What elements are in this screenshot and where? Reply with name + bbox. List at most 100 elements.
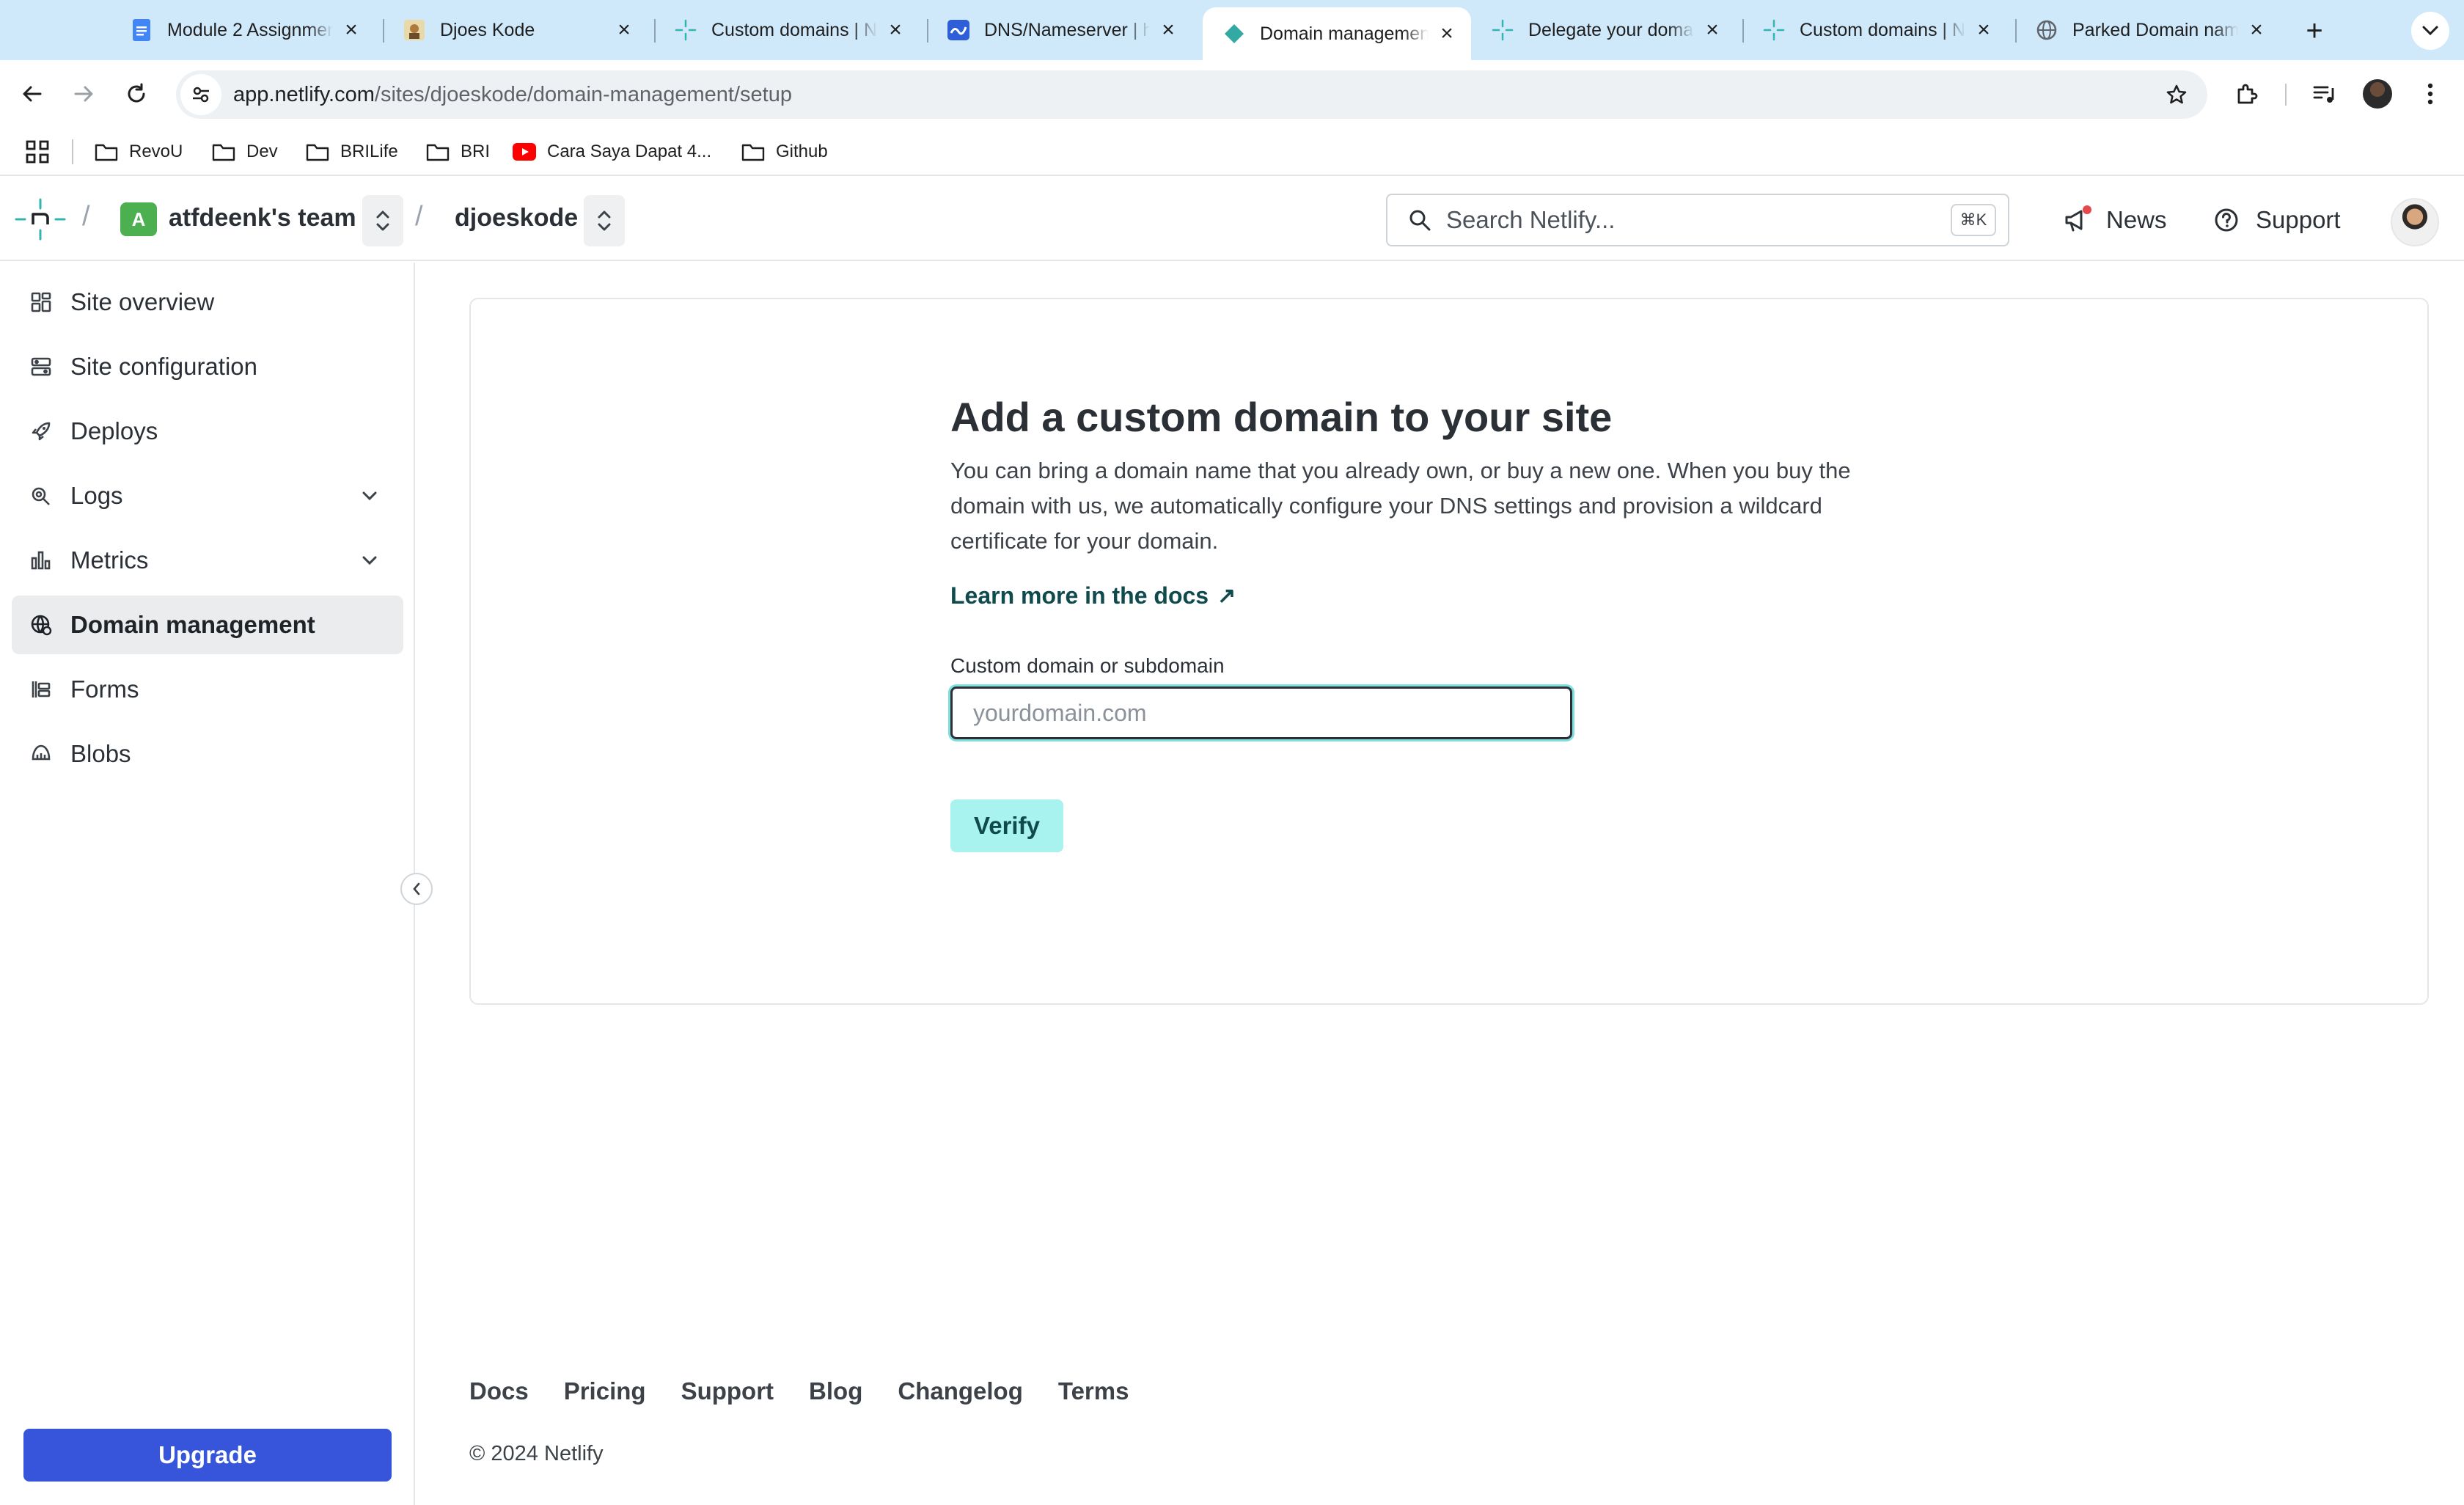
news-button[interactable]: News (2061, 201, 2167, 239)
forward-button[interactable] (63, 73, 104, 114)
tab-close-icon[interactable]: × (1157, 18, 1179, 42)
support-button[interactable]: Support (2210, 201, 2341, 239)
browser-tab[interactable]: Module 2 Assignment × (110, 9, 375, 51)
sidebar-item-label: Forms (70, 675, 139, 703)
tab-close-icon[interactable]: × (1701, 18, 1723, 42)
arrow-right-icon (74, 86, 93, 102)
profile-avatar-button[interactable] (2357, 73, 2398, 114)
avatar (2363, 79, 2392, 109)
site-info-icon[interactable] (180, 74, 221, 115)
sidebar: Site overview Site configuration Deploys… (0, 263, 415, 1505)
sidebar-item-deploys[interactable]: Deploys (12, 402, 403, 461)
sidebar-item-forms[interactable]: Forms (12, 660, 403, 719)
sidebar-item-label: Deploys (70, 417, 158, 444)
footer-link-blog[interactable]: Blog (809, 1377, 862, 1405)
bookmark-item[interactable]: Github (741, 136, 828, 167)
bookmark-item[interactable]: Cara Saya Dapat 4... (512, 136, 711, 167)
new-tab-button[interactable]: + (2298, 15, 2331, 47)
browser-tab[interactable]: Delegate your domain × (1471, 9, 1737, 51)
sidebar-item-label: Site configuration (70, 353, 257, 380)
bookmark-label: Github (776, 142, 828, 161)
bookmark-star-icon[interactable] (2156, 74, 2197, 115)
team-name[interactable]: atfdeenk's team (169, 204, 356, 232)
dns-icon (947, 19, 969, 41)
footer-link-support[interactable]: Support (681, 1377, 774, 1405)
help-circle-icon (2210, 204, 2243, 236)
form-icon (28, 676, 54, 703)
puzzle-icon (2237, 84, 2258, 104)
netlify-diamond-icon (1223, 23, 1245, 45)
browser-tab-active[interactable]: Domain management × (1203, 7, 1471, 60)
rocket-icon (28, 418, 54, 444)
footer-links: Docs Pricing Support Blog Changelog Term… (469, 1377, 1164, 1405)
tab-title: Module 2 Assignment (167, 19, 333, 40)
tab-close-icon[interactable]: × (884, 18, 906, 42)
extensions-button[interactable] (2226, 73, 2267, 114)
page-description: You can bring a domain name that you alr… (950, 458, 1851, 554)
folder-icon (425, 141, 450, 163)
bookmark-item[interactable]: BRI (425, 136, 490, 167)
team-switcher-button[interactable] (362, 195, 403, 246)
chevron-down-icon[interactable] (355, 481, 384, 510)
chevron-up-down-icon (598, 210, 611, 231)
footer-link-terms[interactable]: Terms (1058, 1377, 1129, 1405)
tab-search-button[interactable] (2411, 12, 2449, 50)
netlify-logo-icon[interactable] (15, 198, 66, 241)
grid-icon (28, 289, 54, 315)
sidebar-item-logs[interactable]: Logs (12, 466, 403, 525)
sidebar-collapse-button[interactable] (400, 873, 433, 905)
site-switcher-button[interactable] (584, 195, 625, 246)
sidebar-item-site-overview[interactable]: Site overview (12, 273, 403, 332)
tab-title: Custom domains | Netlify (711, 19, 877, 40)
bookmarks-separator (72, 139, 73, 164)
reload-icon (128, 83, 145, 103)
tab-close-icon[interactable]: × (613, 18, 635, 42)
footer-link-pricing[interactable]: Pricing (564, 1377, 646, 1405)
tab-close-icon[interactable]: × (1973, 18, 1995, 42)
bar-chart-icon (28, 547, 54, 574)
sliders-icon (28, 354, 54, 380)
toolbar-divider (2285, 84, 2287, 106)
url-host: app.netlify.com (233, 82, 375, 106)
search-input[interactable]: Search Netlify... ⌘K (1386, 194, 2009, 246)
team-avatar: A (120, 202, 157, 236)
sidebar-item-metrics[interactable]: Metrics (12, 531, 403, 590)
back-button[interactable] (12, 73, 53, 114)
chevron-down-icon[interactable] (355, 546, 384, 575)
more-vertical-icon (2427, 83, 2433, 105)
browser-tab-strip: Module 2 Assignment × Djoes Kode × Custo… (0, 0, 2464, 60)
bookmark-item[interactable]: Dev (211, 136, 278, 167)
docs-link[interactable]: Learn more in the docs ↗ (950, 582, 1236, 609)
bookmark-label: RevoU (129, 142, 183, 161)
url-text: app.netlify.com/sites/djoeskode/domain-m… (233, 83, 2156, 107)
tab-close-icon[interactable]: × (2245, 18, 2267, 42)
chevron-left-icon (413, 882, 420, 896)
browser-tab[interactable]: Custom domains | Netlify × (654, 9, 920, 51)
browser-tab[interactable]: Djoes Kode × (383, 9, 648, 51)
footer-link-changelog[interactable]: Changelog (898, 1377, 1023, 1405)
bookmark-item[interactable]: RevoU (94, 136, 183, 167)
user-avatar[interactable] (2391, 198, 2439, 246)
sidebar-item-site-configuration[interactable]: Site configuration (12, 337, 403, 396)
browser-menu-button[interactable] (2410, 73, 2451, 114)
bookmarks-bar: RevoU Dev BRILife BRI Cara Saya Dapat 4.… (0, 128, 2464, 176)
custom-domain-input[interactable] (950, 686, 1572, 739)
browser-tab[interactable]: DNS/Nameserver | hosting × (927, 9, 1192, 51)
bookmark-item[interactable]: BRILife (305, 136, 398, 167)
browser-tab[interactable]: Parked Domain name × (2015, 9, 2281, 51)
reload-button[interactable] (116, 73, 157, 114)
browser-tab[interactable]: Custom domains | Netlify × (1742, 9, 2008, 51)
upgrade-button[interactable]: Upgrade (23, 1429, 392, 1482)
address-bar[interactable]: app.netlify.com/sites/djoeskode/domain-m… (176, 70, 2207, 119)
site-name[interactable]: djoeskode (455, 204, 578, 232)
verify-button[interactable]: Verify (950, 799, 1063, 852)
tab-close-icon[interactable]: × (340, 18, 362, 42)
apps-grid-icon[interactable] (25, 139, 50, 164)
sidebar-item-domain-management[interactable]: Domain management (12, 596, 403, 654)
sidebar-item-blobs[interactable]: Blobs (12, 725, 403, 783)
chevron-up-down-icon (376, 210, 389, 231)
media-controls-button[interactable] (2304, 73, 2345, 114)
tab-close-icon[interactable]: × (1436, 21, 1458, 45)
footer-link-docs[interactable]: Docs (469, 1377, 529, 1405)
copyright-text: © 2024 Netlify (469, 1442, 604, 1465)
